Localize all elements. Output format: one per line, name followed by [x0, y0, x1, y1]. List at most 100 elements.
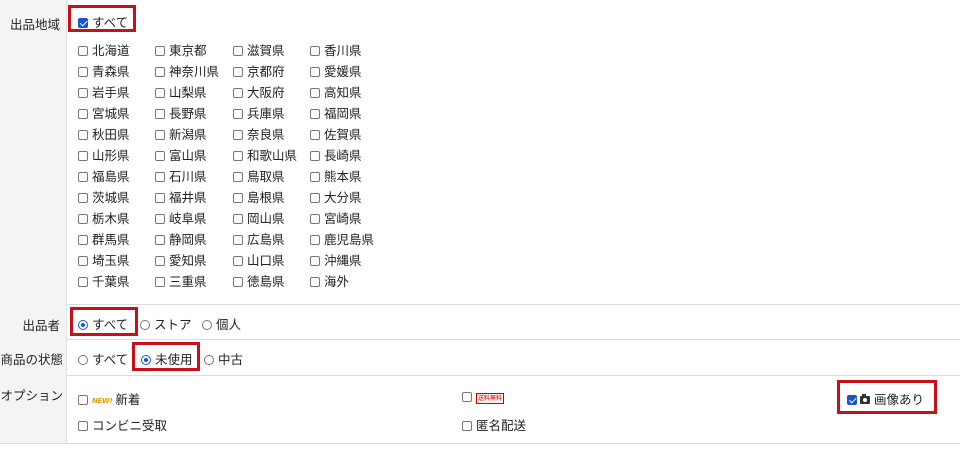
checkbox-box[interactable]: [310, 193, 320, 203]
option-anonymous-shipping[interactable]: 匿名配送: [462, 415, 526, 434]
prefecture-checkbox[interactable]: 埼玉県: [78, 250, 130, 269]
checkbox-box[interactable]: [78, 214, 88, 224]
checkbox-box[interactable]: [155, 193, 165, 203]
checkbox-box[interactable]: [462, 421, 472, 431]
prefecture-checkbox[interactable]: 愛知県: [155, 250, 207, 269]
prefecture-checkbox[interactable]: 徳島県: [233, 271, 285, 290]
checkbox-box[interactable]: [78, 421, 88, 431]
condition-option-all[interactable]: すべて: [78, 349, 128, 368]
checkbox-box[interactable]: [233, 130, 243, 140]
checkbox-box[interactable]: [310, 277, 320, 287]
prefecture-checkbox[interactable]: 茨城県: [78, 187, 130, 206]
checkbox-box[interactable]: [310, 256, 320, 266]
checkbox-box[interactable]: [78, 277, 88, 287]
checkbox-box[interactable]: [78, 151, 88, 161]
checkbox-box[interactable]: [462, 392, 472, 402]
prefecture-checkbox[interactable]: 富山県: [155, 145, 207, 164]
checkbox-box[interactable]: [233, 88, 243, 98]
checkbox-box[interactable]: [233, 67, 243, 77]
checkbox-box[interactable]: [310, 172, 320, 182]
checkbox-box[interactable]: [155, 235, 165, 245]
prefecture-checkbox[interactable]: 愛媛県: [310, 61, 362, 80]
checkbox-box[interactable]: [310, 88, 320, 98]
prefecture-checkbox[interactable]: 群馬県: [78, 229, 130, 248]
checkbox-box[interactable]: [155, 277, 165, 287]
prefecture-checkbox[interactable]: 石川県: [155, 166, 207, 185]
prefecture-checkbox[interactable]: 大阪府: [233, 82, 285, 101]
option-new[interactable]: NEW! 新着: [78, 389, 140, 408]
checkbox-box[interactable]: [310, 151, 320, 161]
prefecture-checkbox[interactable]: 岩手県: [78, 82, 130, 101]
checkbox-box[interactable]: [233, 256, 243, 266]
prefecture-checkbox[interactable]: 和歌山県: [233, 145, 297, 164]
checkbox-box[interactable]: [78, 46, 88, 56]
prefecture-checkbox[interactable]: 福岡県: [310, 103, 362, 122]
checkbox-box[interactable]: [155, 130, 165, 140]
checkbox-box[interactable]: [78, 109, 88, 119]
checkbox-box[interactable]: [155, 67, 165, 77]
prefecture-checkbox[interactable]: 奈良県: [233, 124, 285, 143]
checkbox-box[interactable]: [233, 193, 243, 203]
prefecture-checkbox[interactable]: 京都府: [233, 61, 285, 80]
prefecture-checkbox[interactable]: 長崎県: [310, 145, 362, 164]
prefecture-checkbox[interactable]: 兵庫県: [233, 103, 285, 122]
checkbox-box[interactable]: [78, 235, 88, 245]
checkbox-box[interactable]: [233, 109, 243, 119]
prefecture-checkbox[interactable]: 鳥取県: [233, 166, 285, 185]
prefecture-checkbox[interactable]: 宮城県: [78, 103, 130, 122]
checkbox-box[interactable]: [78, 67, 88, 77]
prefecture-checkbox[interactable]: 静岡県: [155, 229, 207, 248]
option-free-shipping[interactable]: 送料無料: [462, 389, 505, 404]
prefecture-checkbox[interactable]: 東京都: [155, 40, 207, 59]
checkbox-box[interactable]: [310, 130, 320, 140]
seller-option-individual[interactable]: 個人: [202, 314, 241, 333]
radio-button[interactable]: [202, 320, 212, 330]
checkbox-box[interactable]: [233, 214, 243, 224]
checkbox-box[interactable]: [155, 109, 165, 119]
prefecture-checkbox[interactable]: 神奈川県: [155, 61, 219, 80]
checkbox-box[interactable]: [310, 214, 320, 224]
checkbox-box[interactable]: [233, 151, 243, 161]
prefecture-checkbox[interactable]: 青森県: [78, 61, 130, 80]
prefecture-checkbox[interactable]: 新潟県: [155, 124, 207, 143]
checkbox-box[interactable]: [310, 235, 320, 245]
radio-button[interactable]: [78, 355, 88, 365]
checkbox-box[interactable]: [233, 277, 243, 287]
prefecture-checkbox[interactable]: 鹿児島県: [310, 229, 374, 248]
checkbox-box[interactable]: [155, 214, 165, 224]
prefecture-checkbox[interactable]: 島根県: [233, 187, 285, 206]
checkbox-box[interactable]: [78, 88, 88, 98]
prefecture-checkbox[interactable]: 長野県: [155, 103, 207, 122]
checkbox-box[interactable]: [78, 130, 88, 140]
prefecture-checkbox[interactable]: 熊本県: [310, 166, 362, 185]
prefecture-checkbox[interactable]: 海外: [310, 271, 349, 290]
checkbox-box[interactable]: [78, 256, 88, 266]
checkbox-box[interactable]: [78, 193, 88, 203]
checkbox-box[interactable]: [233, 235, 243, 245]
checkbox-box[interactable]: [155, 172, 165, 182]
prefecture-checkbox[interactable]: 岡山県: [233, 208, 285, 227]
prefecture-checkbox[interactable]: 佐賀県: [310, 124, 362, 143]
condition-option-used[interactable]: 中古: [204, 349, 243, 368]
checkbox-box[interactable]: [310, 46, 320, 56]
checkbox-box[interactable]: [155, 151, 165, 161]
checkbox-box[interactable]: [78, 172, 88, 182]
prefecture-checkbox[interactable]: 広島県: [233, 229, 285, 248]
prefecture-checkbox[interactable]: 岐阜県: [155, 208, 207, 227]
prefecture-checkbox[interactable]: 滋賀県: [233, 40, 285, 59]
prefecture-checkbox[interactable]: 山口県: [233, 250, 285, 269]
prefecture-checkbox[interactable]: 栃木県: [78, 208, 130, 227]
option-convenience-pickup[interactable]: コンビニ受取: [78, 415, 167, 434]
checkbox-box[interactable]: [78, 395, 88, 405]
prefecture-checkbox[interactable]: 山梨県: [155, 82, 207, 101]
prefecture-checkbox[interactable]: 大分県: [310, 187, 362, 206]
prefecture-checkbox[interactable]: 福井県: [155, 187, 207, 206]
checkbox-box[interactable]: [233, 172, 243, 182]
checkbox-box[interactable]: [233, 46, 243, 56]
prefecture-checkbox[interactable]: 福島県: [78, 166, 130, 185]
prefecture-checkbox[interactable]: 秋田県: [78, 124, 130, 143]
checkbox-box[interactable]: [155, 256, 165, 266]
seller-option-store[interactable]: ストア: [140, 314, 192, 333]
checkbox-box[interactable]: [310, 67, 320, 77]
prefecture-checkbox[interactable]: 千葉県: [78, 271, 130, 290]
